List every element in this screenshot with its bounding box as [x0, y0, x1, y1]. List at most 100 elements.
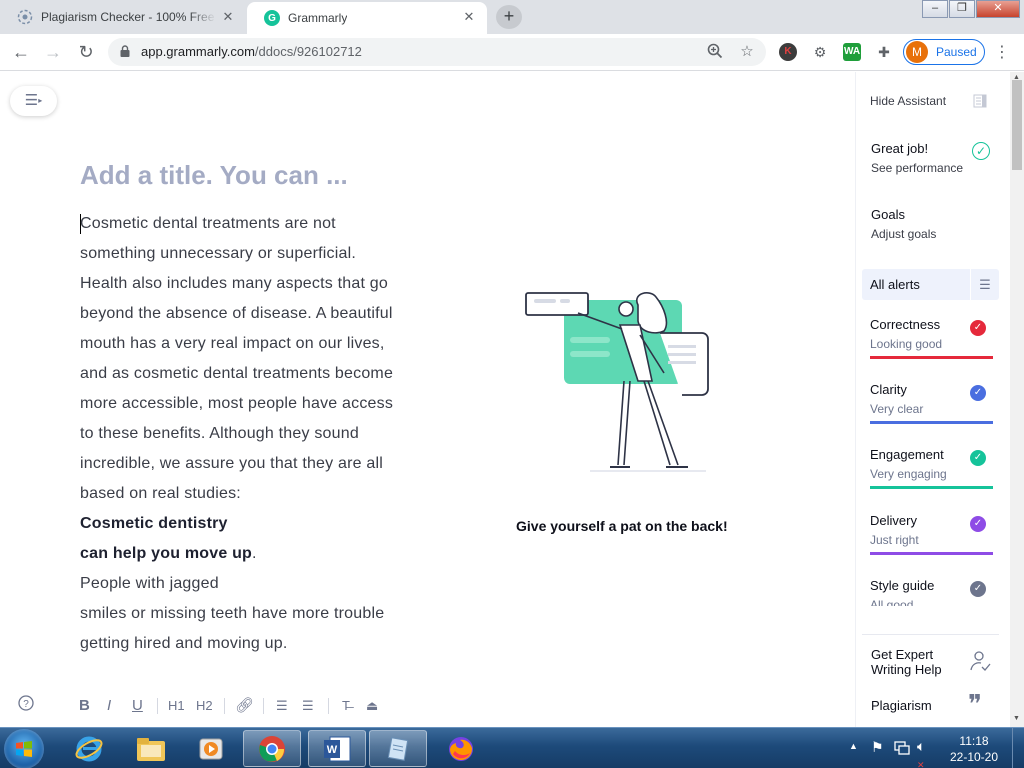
extension-k-icon[interactable]: K: [779, 43, 797, 61]
file-explorer-icon[interactable]: [122, 730, 180, 767]
italic-button[interactable]: I: [107, 696, 111, 716]
goals-link[interactable]: Adjust goals: [871, 227, 936, 241]
hide-assistant-button[interactable]: Hide Assistant: [870, 94, 946, 108]
help-icon[interactable]: ?: [18, 695, 34, 717]
check-badge-icon: ✓: [970, 385, 986, 401]
scrollbar-thumb[interactable]: [1012, 80, 1022, 170]
close-window-button[interactable]: ✕: [976, 0, 1020, 18]
performance-link[interactable]: See performance: [871, 161, 963, 175]
reload-icon[interactable]: ↻: [73, 40, 99, 64]
paragraph: smiles or missing teeth have more troubl…: [80, 605, 385, 652]
windows-logo-icon: [16, 741, 32, 757]
quote-icon: ❞: [968, 690, 982, 720]
clear-formatting-icon[interactable]: T̶: [342, 696, 350, 716]
assistant-panel: Hide Assistant Great job! See performanc…: [855, 72, 1008, 727]
url-host: app.grammarly.com: [141, 44, 255, 59]
document-title[interactable]: Add a title. You can ...: [80, 160, 348, 191]
browser-toolbar: ← → ↻ app.grammarly.com/ddocs/926102712 …: [0, 34, 1024, 71]
lock-icon: [120, 45, 130, 57]
address-bar[interactable]: app.grammarly.com/ddocs/926102712 ☆: [108, 38, 766, 66]
action-center-flag-icon[interactable]: ⚑: [871, 739, 884, 756]
category-name: Engagement: [870, 447, 944, 462]
divider: [328, 698, 329, 714]
category-bar: [870, 421, 993, 424]
link-icon[interactable]: 🔗︎: [235, 696, 254, 716]
forward-arrow-icon[interactable]: →: [40, 40, 66, 64]
expert-help-line2[interactable]: Writing Help: [871, 662, 942, 677]
start-button[interactable]: [4, 729, 44, 768]
insert-icon[interactable]: ⏏: [366, 696, 378, 716]
category-correctness[interactable]: Correctness Looking good ✓: [870, 317, 993, 377]
media-player-icon[interactable]: [182, 730, 240, 767]
category-delivery[interactable]: Delivery Just right ✓: [870, 513, 993, 573]
network-icon[interactable]: [894, 740, 910, 756]
category-status: Very engaging: [870, 467, 947, 481]
close-tab-icon[interactable]: ✕: [220, 9, 236, 25]
puzzle-icon[interactable]: ✚: [875, 43, 893, 61]
numbered-list-icon[interactable]: ☰: [276, 696, 288, 716]
restore-button[interactable]: ❐: [949, 0, 975, 18]
zoom-icon[interactable]: [706, 43, 724, 61]
extension-wa-icon[interactable]: WA: [843, 43, 861, 61]
category-engagement[interactable]: Engagement Very engaging ✓: [870, 447, 993, 507]
tab-grammarly[interactable]: G Grammarly ✕: [247, 2, 487, 34]
bookmark-star-icon[interactable]: ☆: [738, 43, 756, 61]
svg-text:?: ?: [23, 699, 29, 710]
panel-icon[interactable]: [973, 94, 987, 108]
celebration-message: Give yourself a pat on the back!: [516, 518, 728, 534]
category-bar: [870, 486, 993, 489]
filter-settings-icon[interactable]: ☰: [970, 269, 999, 300]
bullet-list-icon[interactable]: ☰: [302, 696, 314, 716]
scroll-down-icon[interactable]: ▼: [1013, 715, 1020, 722]
clock-date: 22-10-20: [949, 750, 999, 764]
all-alerts-tab[interactable]: All alerts ☰: [862, 269, 999, 300]
bold-button[interactable]: B: [79, 696, 90, 716]
page-scrollbar[interactable]: ▲ ▼: [1010, 72, 1024, 727]
category-name: Correctness: [870, 317, 941, 332]
volume-muted-icon[interactable]: 🔈︎✕: [917, 738, 925, 768]
grammarly-icon: G: [264, 10, 280, 26]
expert-help-line1[interactable]: Get Expert: [871, 647, 933, 662]
underline-button[interactable]: U: [132, 696, 143, 716]
heading2-button[interactable]: H2: [196, 696, 213, 716]
divider: [263, 698, 264, 714]
category-clarity[interactable]: Clarity Very clear ✓: [870, 382, 993, 442]
url-text: app.grammarly.com/ddocs/926102712: [141, 38, 362, 66]
profile-button[interactable]: M Paused: [903, 39, 985, 65]
plagiarism-link[interactable]: Plagiarism: [871, 698, 932, 713]
clock-time: 11:18: [959, 734, 989, 748]
minimize-button[interactable]: –: [922, 0, 948, 18]
tab-plagiarism-checker[interactable]: Plagiarism Checker - 100% Free t ✕: [0, 0, 246, 34]
paragraph: People with jagged: [80, 575, 219, 592]
internet-explorer-icon[interactable]: [60, 730, 118, 767]
category-name: Delivery: [870, 513, 917, 528]
new-tab-button[interactable]: +: [496, 5, 522, 29]
back-arrow-icon[interactable]: ←: [8, 40, 34, 64]
profile-status: Paused: [936, 45, 977, 59]
performance-title[interactable]: Great job!: [871, 141, 928, 156]
divider: [224, 698, 225, 714]
category-status: All good: [870, 598, 914, 606]
check-badge-icon: ✓: [970, 320, 986, 336]
extension-gear-icon[interactable]: ⚙: [811, 43, 829, 61]
word-taskbar-button[interactable]: W: [308, 730, 366, 767]
more-menu-icon[interactable]: ⋮: [994, 42, 1010, 62]
close-tab-icon[interactable]: ✕: [461, 9, 477, 25]
show-hidden-icons-icon[interactable]: ▲: [849, 741, 858, 751]
category-bar: [870, 552, 993, 555]
show-desktop-button[interactable]: [1012, 728, 1024, 768]
check-badge-icon: ✓: [970, 581, 986, 597]
category-style-guide[interactable]: Style guide All good ✓: [870, 578, 993, 606]
chrome-taskbar-button[interactable]: [243, 730, 301, 767]
hamburger-icon: ☰: [24, 92, 39, 109]
heading1-button[interactable]: H1: [168, 696, 185, 716]
category-name: Clarity: [870, 382, 907, 397]
system-clock[interactable]: 11:18 22-10-20: [938, 733, 1010, 765]
document-menu-button[interactable]: ☰▸: [10, 86, 57, 116]
swirl-icon: [17, 9, 33, 25]
firefox-icon[interactable]: [432, 730, 490, 767]
bold-text: Cosmetic dentistry: [80, 515, 228, 532]
document-body[interactable]: Cosmetic dental treatments are not somet…: [80, 209, 400, 683]
notepad-taskbar-button[interactable]: [369, 730, 427, 767]
goals-title[interactable]: Goals: [871, 207, 905, 222]
